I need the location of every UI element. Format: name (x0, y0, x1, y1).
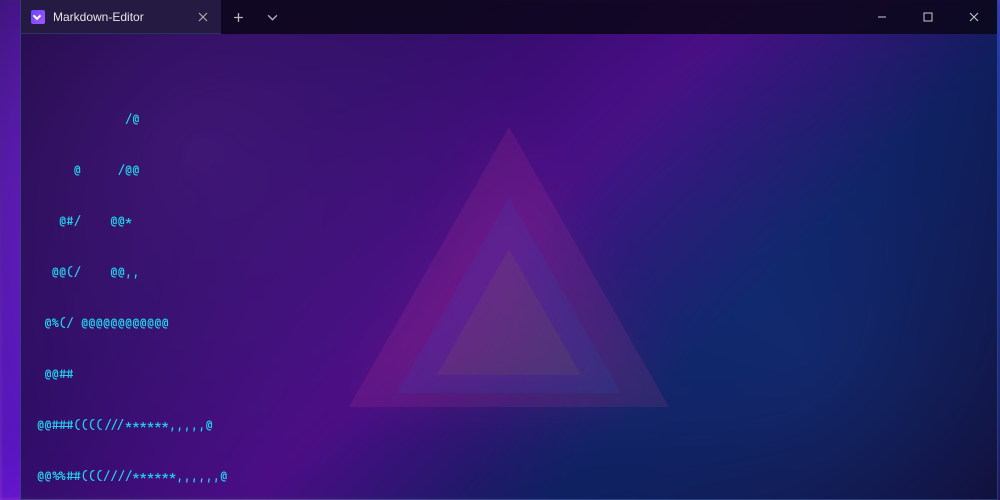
titlebar: Markdown-Editor (21, 0, 997, 34)
ascii-art-line: @@%%##(((////******,,,,,,@ (37, 467, 981, 484)
ascii-art-line: @ /@@ (37, 161, 981, 178)
ascii-art-line: @%(/ @@@@@@@@@@@@ (37, 314, 981, 331)
ascii-art-line: @#/ @@* (37, 212, 981, 229)
tab-title: Markdown-Editor (53, 10, 144, 24)
close-tab-icon[interactable] (195, 9, 211, 25)
terminal-window: Markdown-Editor /@ (20, 0, 998, 500)
window-controls (859, 0, 997, 34)
ascii-art-line: @@## (37, 365, 981, 382)
terminal-body[interactable]: /@ @ /@@ @#/ @@* @@(/ @@,, @%(/ @@@@@@@@… (21, 34, 997, 499)
tab-dropdown-icon[interactable] (255, 0, 289, 34)
maximize-button[interactable] (905, 0, 951, 34)
new-tab-button[interactable] (221, 0, 255, 34)
minimize-button[interactable] (859, 0, 905, 34)
ascii-art-line: /@ (37, 110, 981, 127)
app-icon (31, 10, 45, 24)
tab-active[interactable]: Markdown-Editor (21, 0, 221, 34)
ascii-art-line: @@(/ @@,, (37, 263, 981, 280)
ascii-art-line: @@###((((///******,,,,,@ (37, 416, 981, 433)
close-button[interactable] (951, 0, 997, 34)
